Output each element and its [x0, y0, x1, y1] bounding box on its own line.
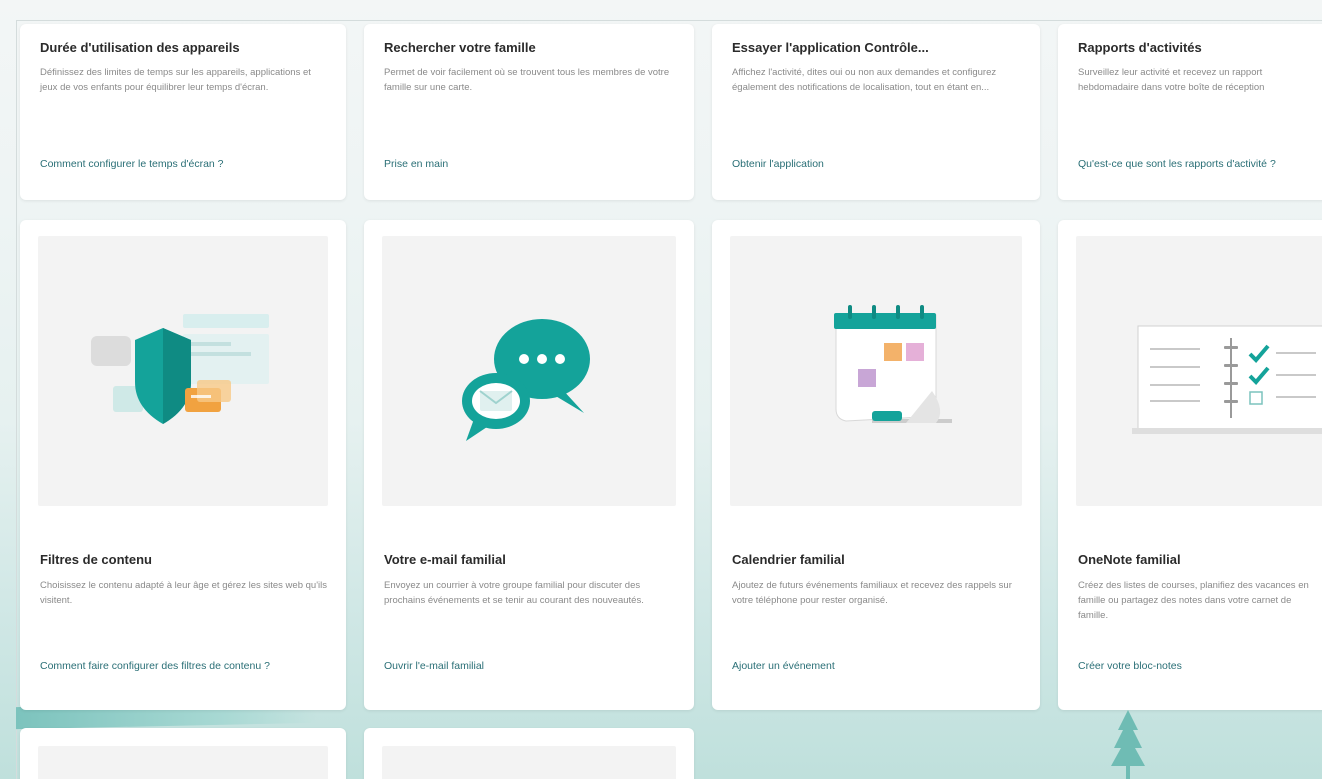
card-description: Surveillez leur activité et recevez un r…: [1078, 67, 1265, 93]
illustration: [1076, 236, 1322, 506]
card-title: Votre e-mail familial: [384, 552, 506, 567]
card-try-app[interactable]: Essayer l'application Contrôle... Affich…: [712, 24, 1040, 200]
card-description: Affichez l'activité, dites oui ou non au…: [732, 67, 997, 93]
illustration: [38, 746, 328, 779]
card-partial[interactable]: [364, 728, 694, 779]
card-partial[interactable]: [20, 728, 346, 779]
card-link-get-app[interactable]: Obtenir l'application: [732, 158, 1022, 171]
card-title: OneNote familial: [1078, 552, 1181, 567]
card-title: Essayer l'application Contrôle...: [732, 40, 929, 55]
shield-icon: [91, 314, 269, 424]
tree-icon: [1111, 710, 1145, 779]
illustration: [38, 236, 328, 506]
card-find-family[interactable]: Rechercher votre famille Permet de voir …: [364, 24, 694, 200]
card-family-email[interactable]: Votre e-mail familial Envoyez un courrie…: [364, 220, 694, 710]
card-link-screen-time[interactable]: Comment configurer le temps d'écran ?: [40, 158, 328, 171]
card-screen-time[interactable]: Durée d'utilisation des appareils Défini…: [20, 24, 346, 200]
card-description: Créez des listes de courses, planifiez d…: [1078, 580, 1309, 621]
card-description: Permet de voir facilement où se trouvent…: [384, 67, 670, 93]
card-link-get-started[interactable]: Prise en main: [384, 158, 676, 171]
card-description: Définissez des limites de temps sur les …: [40, 67, 311, 93]
card-link-create-notebook[interactable]: Créer votre bloc-notes: [1078, 660, 1320, 673]
card-content-filters[interactable]: Filtres de contenu Choisissez le contenu…: [20, 220, 346, 710]
card-link-add-event[interactable]: Ajouter un événement: [732, 660, 1022, 673]
card-family-onenote[interactable]: OneNote familial Créez des listes de cou…: [1058, 220, 1322, 710]
card-family-calendar[interactable]: Calendrier familial Ajoutez de futurs év…: [712, 220, 1040, 710]
chat-bubbles-icon: [462, 319, 590, 441]
card-activity-reports[interactable]: Rapports d'activités Surveillez leur act…: [1058, 24, 1322, 200]
card-description: Ajoutez de futurs événements familiaux e…: [732, 580, 1012, 606]
illustration: [730, 236, 1022, 506]
card-link-activity-reports[interactable]: Qu'est-ce que sont les rapports d'activi…: [1078, 158, 1320, 171]
illustration: [382, 236, 676, 506]
card-title: Rechercher votre famille: [384, 40, 536, 55]
checklist-icon: [1132, 325, 1322, 434]
card-title: Filtres de contenu: [40, 552, 152, 567]
card-link-open-email[interactable]: Ouvrir l'e-mail familial: [384, 660, 676, 673]
card-title: Durée d'utilisation des appareils: [40, 40, 240, 55]
card-link-content-filters[interactable]: Comment faire configurer des filtres de …: [40, 660, 328, 673]
card-title: Rapports d'activités: [1078, 40, 1202, 55]
family-dashboard: Durée d'utilisation des appareils Défini…: [0, 0, 1322, 779]
card-description: Envoyez un courrier à votre groupe famil…: [384, 580, 644, 606]
card-title: Calendrier familial: [732, 552, 845, 567]
illustration: [382, 746, 676, 779]
calendar-icon: [834, 305, 952, 423]
card-description: Choisissez le contenu adapté à leur âge …: [40, 580, 327, 606]
